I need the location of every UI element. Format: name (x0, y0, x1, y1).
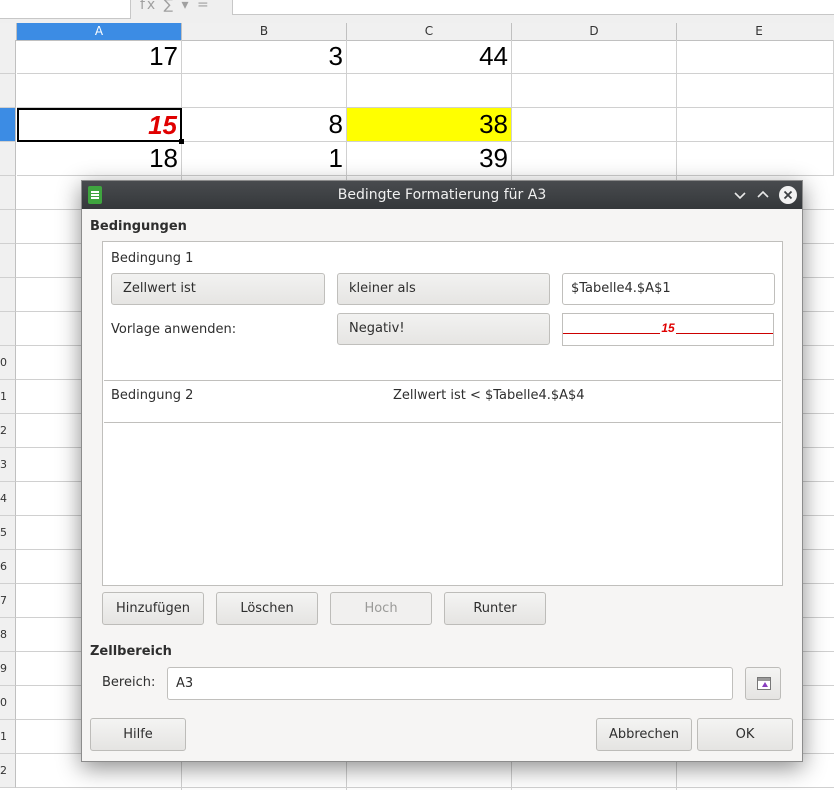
condition-type-dropdown[interactable]: Zellwert ist (111, 273, 325, 305)
range-input[interactable]: A3 (167, 667, 733, 700)
row-header[interactable]: 6 (0, 550, 16, 584)
row-header[interactable]: 5 (0, 516, 16, 550)
cell-a1[interactable]: 17 (17, 40, 182, 74)
cell-d3[interactable] (512, 108, 677, 142)
row-header[interactable] (0, 312, 16, 346)
row-header[interactable] (0, 40, 16, 74)
delete-button[interactable]: Löschen (216, 592, 318, 625)
conditions-list[interactable]: Bedingung 1 Zellwert ist kleiner als $Ta… (102, 241, 783, 586)
cell-e2[interactable] (677, 74, 834, 108)
column-header-b[interactable]: B (182, 23, 347, 40)
cell-e1[interactable] (677, 40, 834, 74)
column-header-d[interactable]: D (512, 23, 677, 40)
cell-b4[interactable]: 1 (182, 142, 347, 176)
cell-a4[interactable]: 18 (17, 142, 182, 176)
row-header[interactable] (0, 176, 16, 210)
row-header[interactable] (0, 244, 16, 278)
style-preview: 15 (562, 313, 774, 346)
add-button[interactable]: Hinzufügen (102, 592, 204, 625)
corner-select-all[interactable] (0, 23, 17, 40)
help-button[interactable]: Hilfe (90, 718, 186, 751)
formula-toolbar: fx ∑ ▾ = (0, 0, 834, 24)
cell-d2[interactable] (512, 74, 677, 108)
shrink-range-button[interactable] (745, 667, 781, 700)
move-up-button[interactable]: Hoch (330, 592, 432, 625)
condition-1-entry[interactable]: Bedingung 1 Zellwert ist kleiner als $Ta… (104, 243, 781, 381)
column-header-c[interactable]: C (347, 23, 512, 40)
row-header[interactable] (0, 210, 16, 244)
condition-2-entry[interactable]: Bedingung 2 Zellwert ist < $Tabelle4.$A$… (104, 381, 781, 423)
row-header[interactable] (0, 74, 16, 108)
dialog-titlebar[interactable]: Bedingte Formatierung für A3 (82, 181, 802, 209)
minimize-icon[interactable] (731, 186, 749, 204)
row-header[interactable]: 4 (0, 482, 16, 516)
row-header[interactable]: 0 (0, 686, 16, 720)
name-box[interactable] (0, 0, 131, 19)
cell-a3-active[interactable]: 15 (17, 108, 182, 142)
row-header[interactable]: 1 (0, 380, 16, 414)
row-header[interactable]: 1 (0, 720, 16, 754)
close-icon[interactable] (779, 186, 797, 204)
conditions-heading: Bedingungen (90, 219, 187, 234)
move-down-button[interactable]: Runter (444, 592, 546, 625)
grid-line (16, 787, 834, 788)
row-header[interactable]: 2 (0, 754, 16, 788)
row-header[interactable]: 7 (0, 584, 16, 618)
maximize-icon[interactable] (754, 186, 772, 204)
preview-value: 15 (660, 321, 676, 335)
dialog-title: Bedingte Formatierung für A3 (337, 187, 547, 203)
column-header-a[interactable]: A (17, 23, 182, 40)
conditional-formatting-dialog: Bedingte Formatierung für A3 Bedingungen… (81, 180, 803, 762)
cancel-button[interactable]: Abbrechen (596, 718, 692, 751)
cell-b3[interactable]: 8 (182, 108, 347, 142)
condition-2-label: Bedingung 2 (111, 388, 194, 403)
cell-e3[interactable] (677, 108, 834, 142)
row-header[interactable] (0, 278, 16, 312)
cell-c3-highlighted[interactable]: 38 (347, 108, 512, 142)
shrink-icon (757, 677, 771, 690)
apply-style-label: Vorlage anwenden: (111, 322, 237, 337)
cell-d4[interactable] (512, 142, 677, 176)
cell-c2[interactable] (347, 74, 512, 108)
ok-button[interactable]: OK (697, 718, 793, 751)
operator-dropdown[interactable]: kleiner als (337, 273, 550, 305)
condition-1-label: Bedingung 1 (111, 251, 194, 266)
fill-handle[interactable] (179, 139, 184, 144)
row-header[interactable] (0, 142, 16, 176)
range-label: Bereich: (102, 675, 156, 690)
row-header[interactable]: 3 (0, 448, 16, 482)
row-header[interactable]: 9 (0, 652, 16, 686)
column-header-e[interactable]: E (677, 23, 834, 40)
cell-d1[interactable] (512, 40, 677, 74)
cell-e4[interactable] (677, 142, 834, 176)
cell-range-heading: Zellbereich (90, 644, 172, 659)
row-header-selected[interactable] (0, 108, 16, 142)
cell-b2[interactable] (182, 74, 347, 108)
cell-a2[interactable] (17, 74, 182, 108)
row-header[interactable]: 0 (0, 346, 16, 380)
formula-input[interactable] (232, 0, 834, 15)
row-header[interactable]: 8 (0, 618, 16, 652)
condition-value-input[interactable]: $Tabelle4.$A$1 (562, 273, 775, 305)
formula-icons[interactable]: fx ∑ ▾ = (140, 0, 211, 13)
cell-c1[interactable]: 44 (347, 40, 512, 74)
style-dropdown[interactable]: Negativ! (337, 313, 550, 345)
cell-c4[interactable]: 39 (347, 142, 512, 176)
row-header[interactable]: 2 (0, 414, 16, 448)
column-headers: A B C D E (0, 23, 834, 41)
condition-2-summary: Zellwert ist < $Tabelle4.$A$4 (393, 388, 585, 403)
cell-b1[interactable]: 3 (182, 40, 347, 74)
